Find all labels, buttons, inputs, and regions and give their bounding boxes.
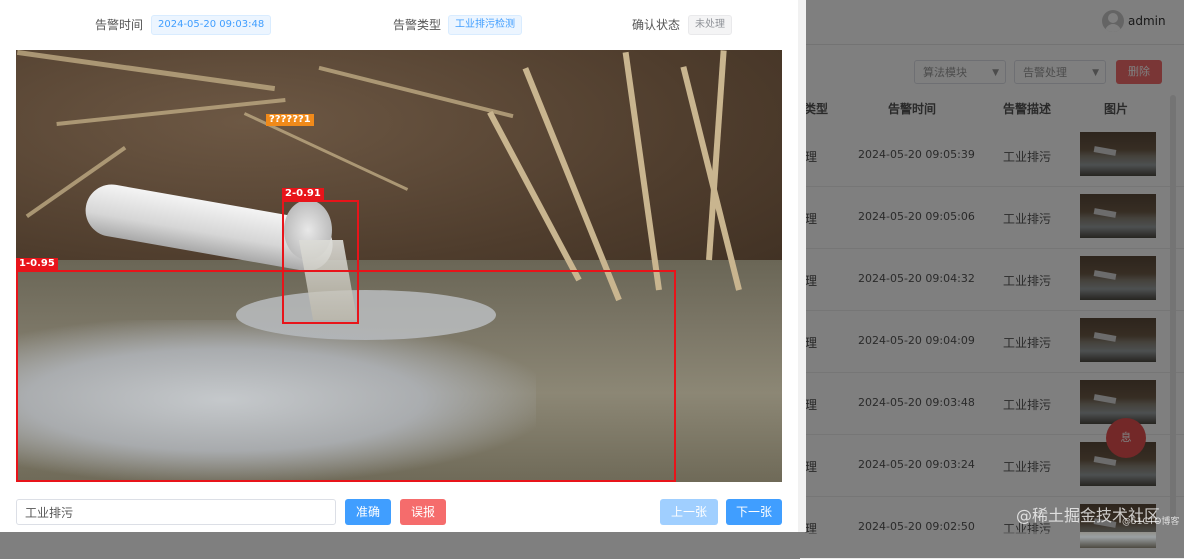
next-image-button[interactable]: 下一张 — [726, 499, 782, 525]
detection-label-2: 2-0.91 — [282, 188, 324, 200]
alarm-description-input[interactable] — [16, 499, 336, 525]
alarm-time-label: 告警时间 — [95, 18, 144, 32]
alarm-detail-modal: 告警时间 2024-05-20 09:03:48 告警类型 工业排污检测 确认状… — [0, 0, 798, 532]
modal-scrollbar[interactable] — [798, 0, 806, 532]
alarm-photo: 1-0.95 2-0.91 ??????1 — [16, 50, 782, 482]
detection-box-2 — [282, 200, 359, 324]
alarm-type-label: 告警类型 — [393, 18, 442, 32]
watermark-small: @51CTO博客 — [1122, 517, 1180, 527]
previous-image-button[interactable]: 上一张 — [660, 499, 718, 525]
false-alarm-button[interactable]: 误报 — [400, 499, 446, 525]
alarm-type-tag: 工业排污检测 — [448, 15, 522, 35]
confirm-status-tag: 未处理 — [688, 15, 732, 35]
confirm-status-label: 确认状态 — [632, 18, 681, 32]
alarm-time-tag: 2024-05-20 09:03:48 — [151, 15, 272, 35]
detection-label-3: ??????1 — [266, 114, 314, 126]
confirm-accurate-button[interactable]: 准确 — [345, 499, 391, 525]
detection-label-1: 1-0.95 — [16, 258, 58, 270]
